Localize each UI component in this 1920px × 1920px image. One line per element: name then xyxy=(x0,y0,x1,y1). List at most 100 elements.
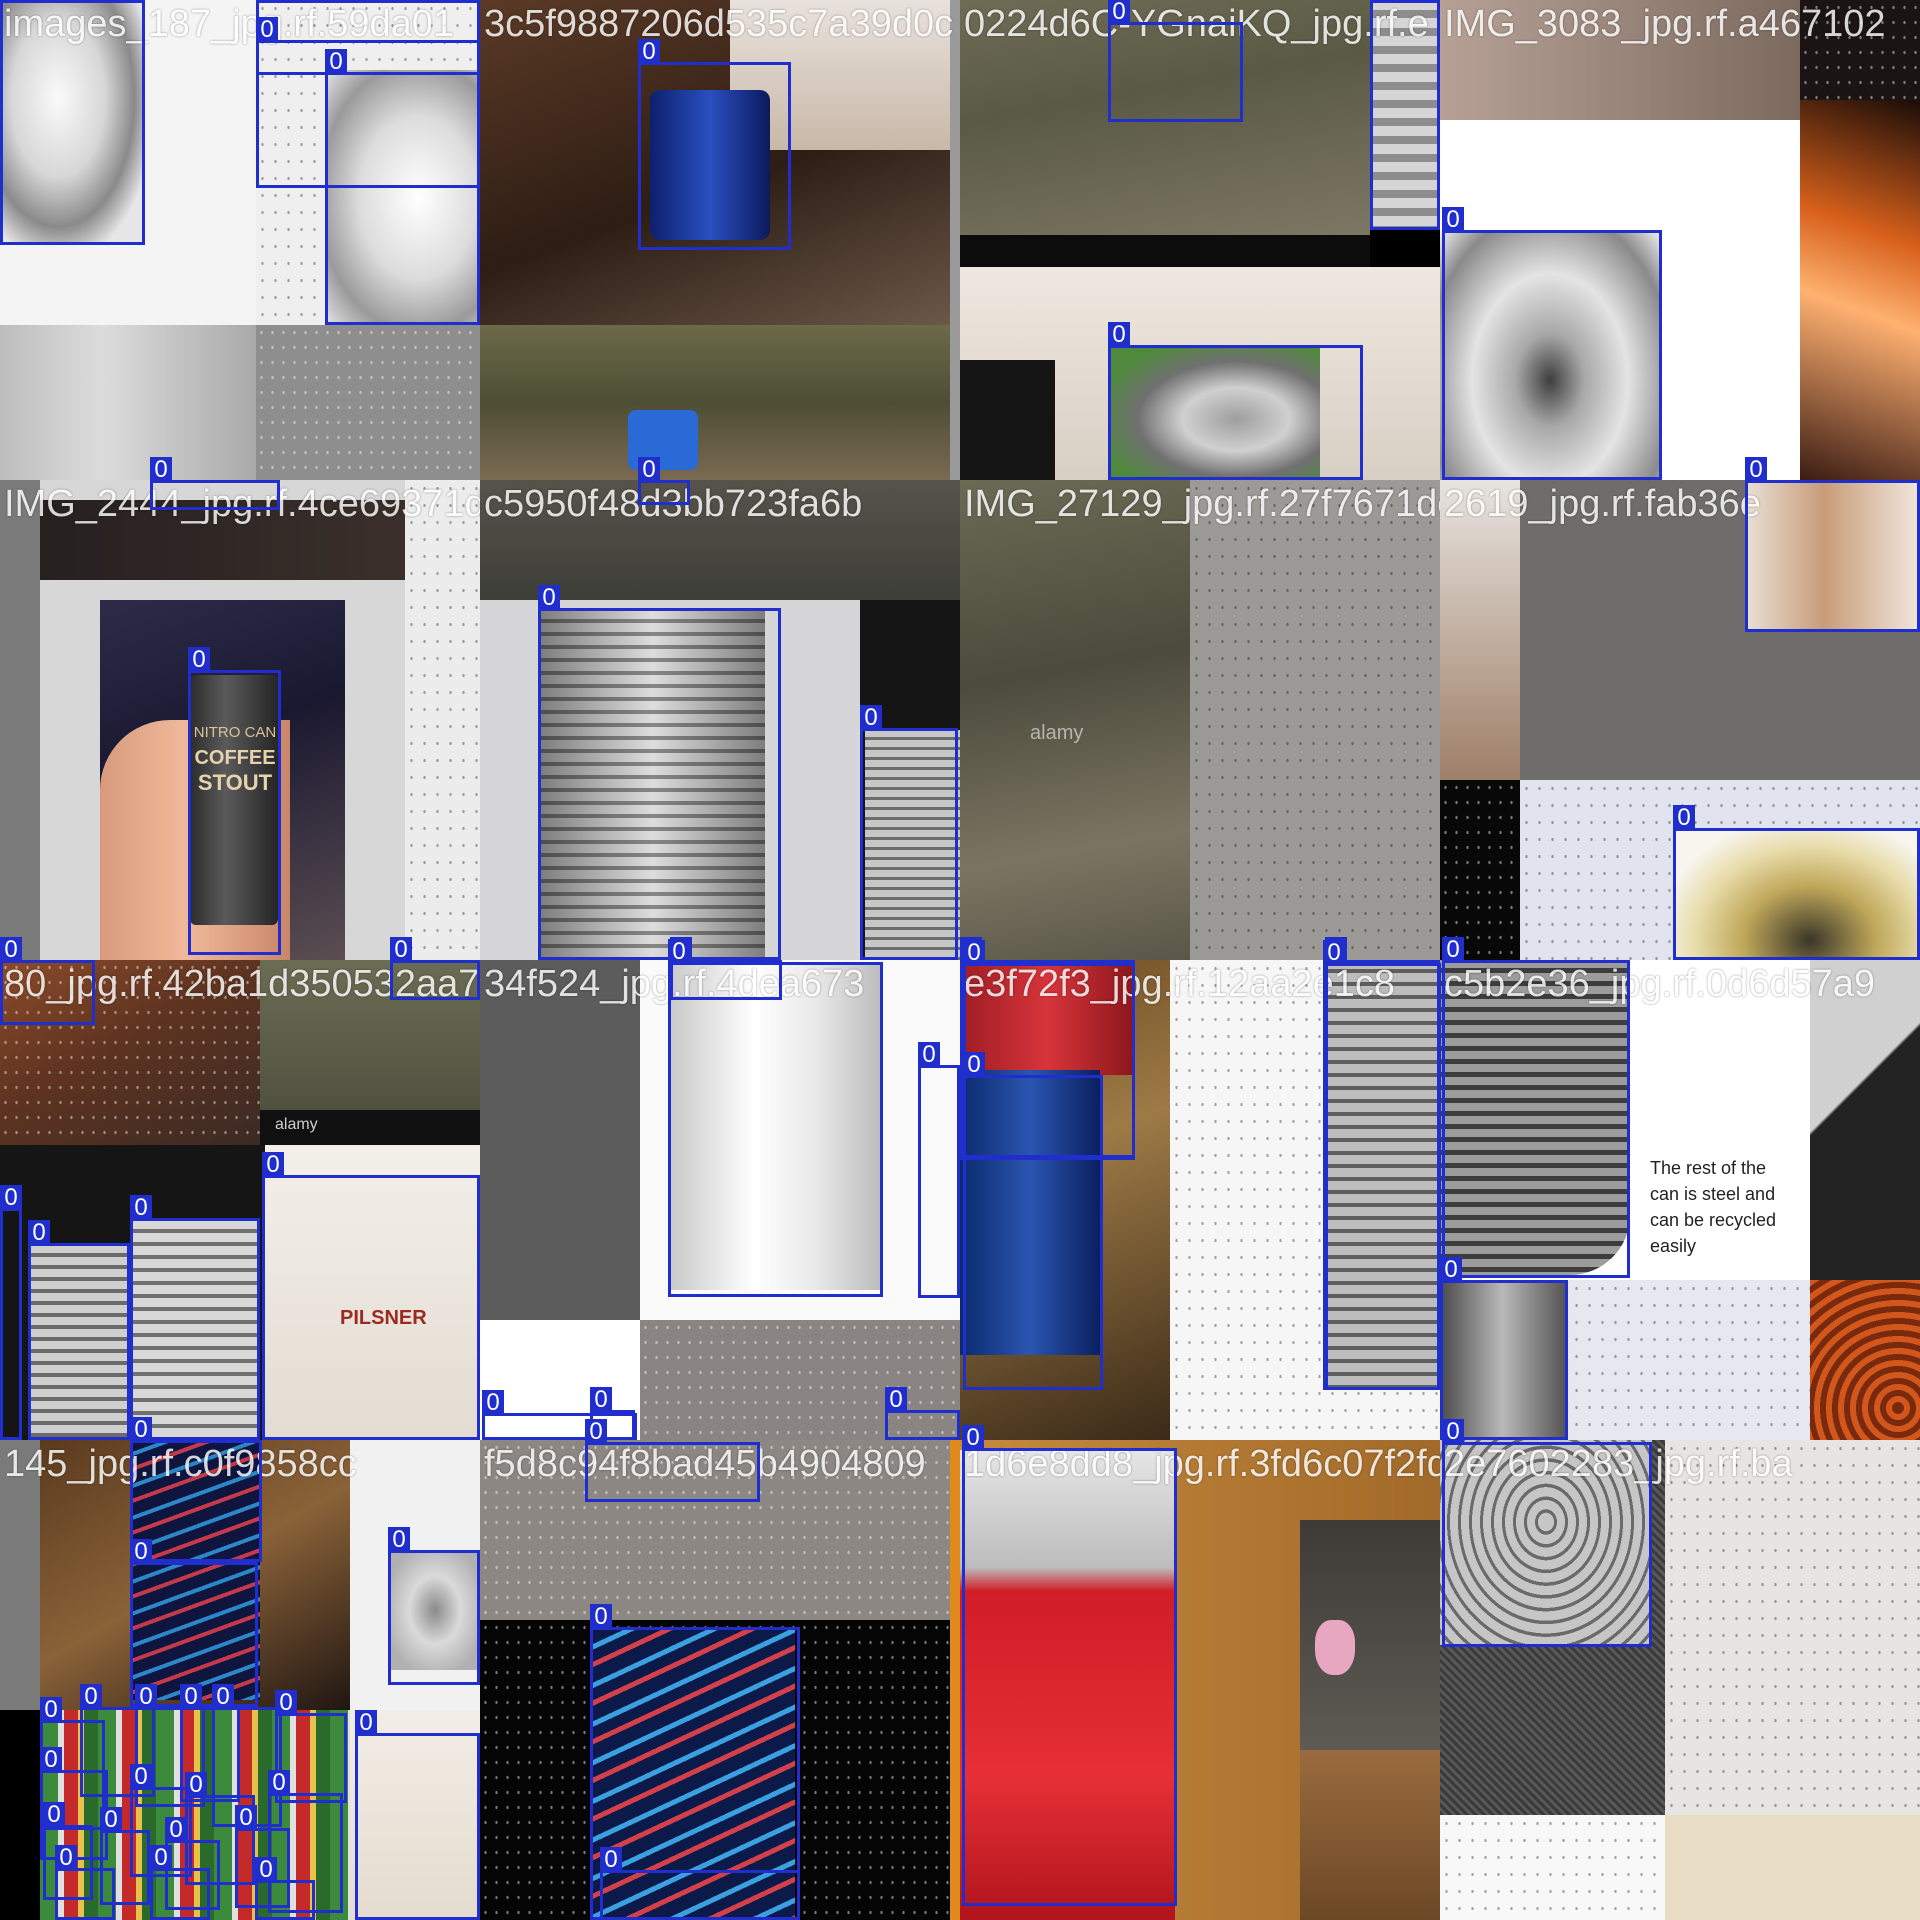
class-label: 0 xyxy=(100,1807,122,1833)
class-label: 0 xyxy=(150,457,172,483)
patch-floor xyxy=(1665,1440,1920,1815)
bounding-box: 0 xyxy=(1673,805,1920,960)
patch-beige xyxy=(1665,1815,1920,1920)
patch-photo xyxy=(1440,0,1800,120)
watermark-alamy: alamy xyxy=(1030,722,1084,744)
bounding-box: 0 xyxy=(0,937,95,1025)
patch-black-band xyxy=(960,235,1370,267)
class-label: 0 xyxy=(1370,0,1392,3)
class-label: 0 xyxy=(1440,1257,1462,1283)
bounding-box: 0 xyxy=(1370,0,1440,230)
class-label: 0 xyxy=(235,1805,257,1831)
bounding-box: 0 xyxy=(918,1042,960,1298)
class-label: 0 xyxy=(212,1684,234,1710)
bounding-box: 0 xyxy=(538,585,781,960)
figure-caption-1: The rest of the xyxy=(1650,1158,1767,1178)
figure-caption-3: can be recycled xyxy=(1650,1210,1777,1230)
class-label: 0 xyxy=(388,1527,410,1553)
patch-vase xyxy=(1315,1620,1355,1675)
class-label: 0 xyxy=(0,937,22,963)
class-label: 0 xyxy=(1323,940,1345,966)
class-label: 0 xyxy=(585,1419,607,1445)
patch-concrete xyxy=(1190,480,1440,960)
bounding-box: 0 xyxy=(860,705,958,960)
class-label: 0 xyxy=(165,1817,187,1843)
class-label: 0 xyxy=(40,1697,62,1723)
class-label: 0 xyxy=(255,1857,277,1883)
mosaic-grid: images_187_jpg.rf.59da01 3c5f9887206d535… xyxy=(0,0,1920,1920)
class-label: 0 xyxy=(638,457,660,483)
bounding-box: 0 xyxy=(1108,322,1363,480)
bounding-box: 0 xyxy=(1442,1419,1652,1647)
bounding-box: 0 xyxy=(1440,1257,1568,1440)
patch-wood xyxy=(1440,480,1520,780)
patch-grass xyxy=(480,325,950,480)
bounding-box: 0 xyxy=(355,1710,480,1920)
bounding-box: 0 xyxy=(150,457,280,510)
bounding-box: 0 xyxy=(150,1845,210,1920)
figure-caption-4: easily xyxy=(1650,1236,1697,1256)
figure-caption-2: can is steel and xyxy=(1650,1184,1776,1204)
class-label: 0 xyxy=(185,1772,207,1798)
class-label: 0 xyxy=(963,1052,985,1078)
class-label: 0 xyxy=(390,937,412,963)
class-label: 0 xyxy=(40,1747,62,1773)
class-label: 0 xyxy=(80,1684,102,1710)
class-label: 0 xyxy=(962,1425,984,1451)
watermark-alamy: alamy xyxy=(275,1116,318,1133)
class-label: 0 xyxy=(268,1770,290,1796)
class-label: 0 xyxy=(130,1417,152,1443)
patch-table xyxy=(1300,1750,1440,1920)
class-label: 0 xyxy=(538,585,560,611)
patch-edge xyxy=(950,0,960,480)
class-label: 0 xyxy=(482,1390,504,1416)
class-label: 0 xyxy=(1108,322,1130,348)
patch-gray-strip xyxy=(0,1440,40,1710)
bounding-box: 0 xyxy=(585,1419,760,1502)
bounding-box: 0 xyxy=(188,647,281,955)
bounding-box: 0 xyxy=(962,1425,1177,1906)
patch-orange-edge xyxy=(950,1440,960,1920)
class-label: 0 xyxy=(135,1684,157,1710)
patch-dark xyxy=(1800,0,1920,100)
bounding-box: 0 xyxy=(0,1185,22,1440)
bounding-box: 0 xyxy=(963,1052,1103,1390)
patch-concrete xyxy=(256,325,480,480)
bounding-box: 0 xyxy=(1108,0,1243,122)
class-label: 0 xyxy=(638,39,660,65)
patch-gray xyxy=(480,960,640,1320)
class-label: 0 xyxy=(668,939,690,965)
bounding-box: 0 xyxy=(325,49,480,325)
patch-black xyxy=(1440,780,1520,960)
class-label: 0 xyxy=(963,940,985,966)
bounding-box: 0 xyxy=(256,17,480,75)
class-label: 0 xyxy=(130,1764,152,1790)
patch-orange xyxy=(1810,1280,1920,1440)
class-label: 0 xyxy=(1673,805,1695,831)
class-label: 0 xyxy=(0,1185,22,1211)
bounding-box: 0 xyxy=(1442,207,1662,480)
class-label: 0 xyxy=(130,1195,152,1221)
class-label: 0 xyxy=(256,17,278,43)
patch-speckle xyxy=(405,480,480,960)
bounding-box: 0 xyxy=(1745,457,1920,632)
bounding-box: 0 xyxy=(255,1857,315,1920)
class-label: 0 xyxy=(130,1539,152,1565)
bounding-box: 0 xyxy=(388,1527,480,1685)
bounding-box: 0 xyxy=(130,1195,260,1440)
bounding-box: 0 xyxy=(638,457,690,505)
bounding-box: 0 xyxy=(55,1845,115,1920)
patch-tv xyxy=(960,360,1055,480)
class-label: 0 xyxy=(1108,0,1130,25)
bounding-box: 0 xyxy=(638,39,791,250)
class-label: 0 xyxy=(150,1845,172,1871)
bounding-box: 0 xyxy=(0,0,145,245)
class-label: 0 xyxy=(1745,457,1767,483)
patch-dark-right xyxy=(1810,960,1920,1280)
tile-7: alamy IMG_27129_jpg.rf.27f7671de xyxy=(960,480,1440,960)
patch-dirt xyxy=(480,480,960,600)
class-label: 0 xyxy=(885,1387,907,1413)
bounding-box: 0 xyxy=(262,1152,480,1440)
class-label: 0 xyxy=(275,1690,297,1716)
patch-white-bottom xyxy=(1440,1815,1665,1920)
